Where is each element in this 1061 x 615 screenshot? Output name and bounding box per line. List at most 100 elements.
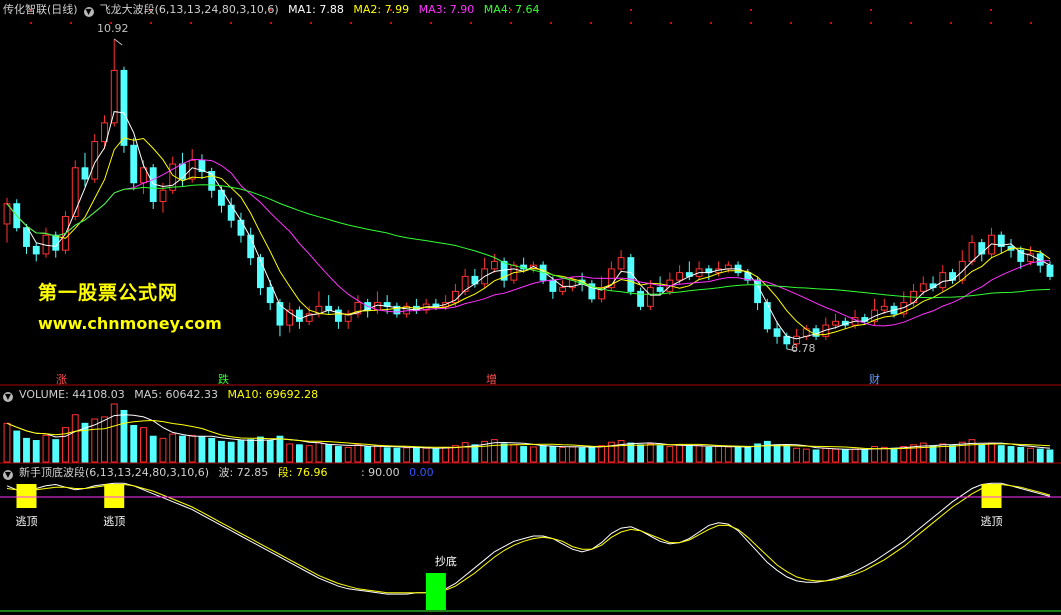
volume-bar bbox=[880, 446, 888, 463]
volume-bar bbox=[656, 445, 664, 463]
grid-dot bbox=[750, 22, 752, 24]
candle-body bbox=[949, 272, 956, 281]
candle-body bbox=[1046, 264, 1054, 277]
candle-body bbox=[490, 260, 498, 270]
ma1-value: MA1: 7.88 bbox=[288, 3, 344, 16]
osc-zero-value: 0.00 bbox=[409, 466, 434, 479]
volume-bar bbox=[949, 445, 956, 463]
top-signal-box bbox=[104, 484, 125, 508]
volume-bar bbox=[179, 435, 186, 463]
volume-bar bbox=[364, 446, 372, 463]
volume-bar bbox=[461, 442, 469, 463]
volume-bar bbox=[500, 443, 508, 463]
volume-bar bbox=[383, 447, 391, 463]
volume-bar bbox=[1027, 447, 1034, 463]
volume-bars bbox=[3, 403, 1054, 463]
volume-bar bbox=[71, 414, 79, 463]
volume-bar bbox=[334, 446, 342, 463]
candle-body bbox=[159, 189, 167, 202]
volume-panel-header: ▼ VOLUME: 44108.03 MA5: 60642.33 MA10: 69… bbox=[3, 388, 324, 402]
volume-bar bbox=[432, 448, 440, 463]
candle-body bbox=[276, 302, 284, 326]
volume-bar bbox=[646, 443, 654, 463]
volume-bar bbox=[208, 437, 216, 463]
volume-bar bbox=[140, 427, 147, 463]
volume-bar bbox=[130, 424, 138, 463]
top-signal-box bbox=[16, 484, 37, 508]
grid-dot bbox=[950, 22, 952, 24]
bottom-signal-box bbox=[425, 573, 446, 610]
candle-body bbox=[939, 272, 947, 289]
candle-body bbox=[1017, 249, 1025, 262]
candle-body bbox=[549, 279, 557, 292]
volume-ma5: MA5: 60642.33 bbox=[134, 388, 218, 401]
volume-bar bbox=[666, 446, 674, 463]
bottom-signal-label: 抄底 bbox=[435, 554, 457, 568]
high-marker bbox=[113, 38, 123, 46]
volume-ma10: MA10: 69692.28 bbox=[227, 388, 319, 401]
volume-bar bbox=[627, 442, 635, 463]
volume-bar bbox=[598, 445, 606, 463]
osc-level-value: : 90.00 bbox=[360, 466, 400, 479]
volume-bar bbox=[822, 447, 830, 463]
volume-bar bbox=[198, 436, 206, 463]
volume-bar bbox=[851, 448, 859, 463]
volume-bar bbox=[120, 409, 128, 463]
chevron-down-icon[interactable]: ▼ bbox=[83, 7, 94, 17]
chevron-down-icon[interactable]: ▼ bbox=[3, 392, 13, 402]
volume-bar bbox=[988, 442, 995, 463]
top-signal-label: 逃顶 bbox=[981, 515, 1003, 528]
candle-body bbox=[266, 287, 274, 304]
volume-bar bbox=[734, 446, 742, 463]
volume-bar bbox=[832, 448, 839, 463]
candle-body bbox=[237, 219, 245, 236]
grid-dot bbox=[990, 22, 992, 24]
grid-dot bbox=[630, 9, 632, 11]
grid-dot bbox=[910, 22, 912, 24]
grid-dot bbox=[750, 9, 752, 11]
volume-bar bbox=[149, 435, 157, 463]
candle-body bbox=[832, 320, 839, 326]
volume-bar bbox=[52, 439, 60, 463]
candle-body bbox=[81, 167, 89, 180]
candle-body bbox=[763, 302, 771, 330]
volume-bar bbox=[393, 447, 401, 463]
volume-bar bbox=[578, 447, 586, 463]
grid-dot bbox=[270, 22, 272, 24]
volume-bar bbox=[442, 446, 450, 463]
watermark-name: 第一股票公式网 bbox=[38, 282, 179, 304]
grid-dot bbox=[870, 22, 872, 24]
volume-bar bbox=[773, 444, 781, 463]
volume-bar bbox=[188, 434, 196, 463]
volume-bar bbox=[617, 440, 625, 463]
candle-body bbox=[646, 287, 654, 307]
volume-bar bbox=[1036, 448, 1044, 463]
high-price-label: 10.92 bbox=[97, 22, 129, 35]
candle-body bbox=[919, 283, 927, 292]
grid-dot bbox=[350, 22, 352, 24]
volume-bar bbox=[296, 444, 303, 463]
grid-dot bbox=[230, 22, 232, 24]
volume-bar bbox=[715, 446, 723, 463]
volume-bar bbox=[227, 441, 235, 463]
volume-bar bbox=[539, 445, 547, 463]
grid-dot bbox=[470, 22, 472, 24]
volume-bar bbox=[257, 436, 264, 463]
grid-dot bbox=[870, 9, 872, 11]
top-signal-label: 逃顶 bbox=[103, 515, 125, 528]
volume-bar bbox=[978, 444, 986, 463]
candle-body bbox=[656, 287, 664, 292]
volume-bar bbox=[802, 448, 810, 463]
volume-bar bbox=[42, 434, 50, 463]
volume-bar bbox=[588, 446, 596, 463]
chevron-down-icon[interactable]: ▼ bbox=[3, 470, 13, 480]
volume-bar bbox=[403, 447, 411, 463]
candle-body bbox=[783, 335, 791, 345]
candle-body bbox=[724, 264, 732, 270]
grid-dot bbox=[310, 22, 312, 24]
volume-bar bbox=[763, 440, 771, 463]
grid-dot bbox=[30, 22, 32, 24]
candle-body bbox=[296, 309, 303, 322]
volume-bar bbox=[218, 440, 225, 463]
candle-body bbox=[120, 69, 128, 146]
